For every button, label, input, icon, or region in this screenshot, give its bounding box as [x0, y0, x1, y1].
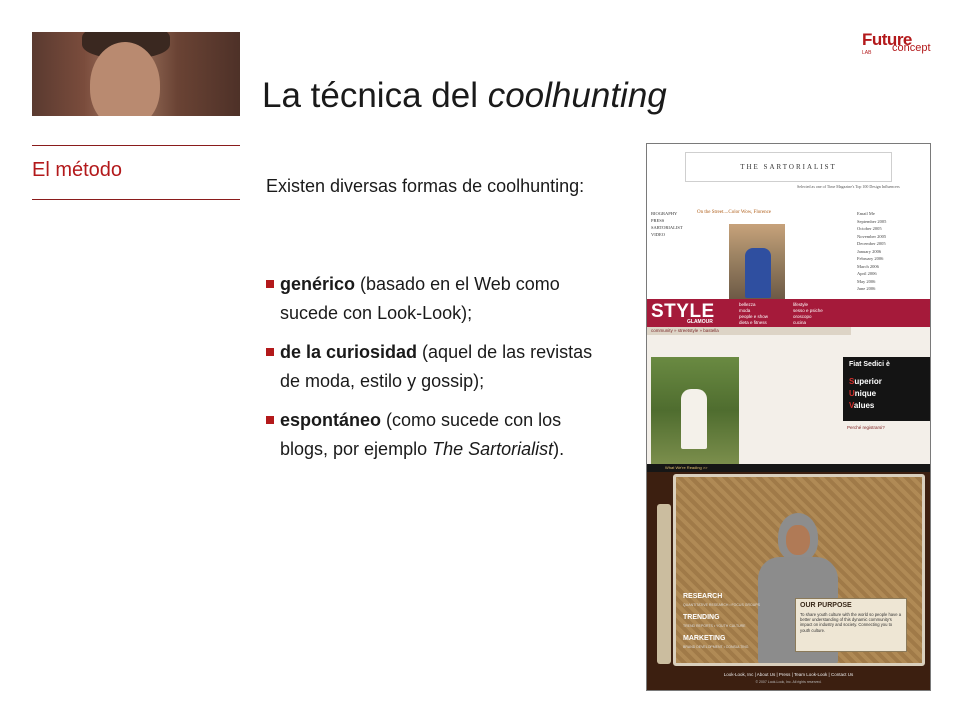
- sartorialist-nav-item: PRESS: [651, 218, 665, 223]
- bullet-item: genérico (basado en el Web como sucede c…: [266, 270, 611, 328]
- archive-item: January 2006: [857, 248, 882, 254]
- looklook-footer: Look-Look, Inc | About Us | Press | Team…: [723, 672, 854, 677]
- slide-title: La técnica del coolhunting: [262, 76, 667, 116]
- section-divider-bottom: [32, 199, 240, 200]
- intro-text: Existen diversas formas de coolhunting:: [266, 176, 585, 196]
- section-label: El método: [32, 159, 123, 181]
- sartorialist-nav: BIOGRAPHY PRESS SARTORIALIST VIDEO: [651, 210, 683, 238]
- style-photo: [651, 357, 739, 464]
- futureconcept-logo: Future concept LAB: [862, 30, 932, 56]
- archive-item: December 2005: [857, 241, 886, 246]
- sartorialist-tagline: Selected as one of Time Magazine's Top 1…: [797, 184, 900, 189]
- sartorialist-masthead: THE SARTORIALIST: [685, 152, 892, 182]
- logo-lab: LAB: [862, 50, 872, 56]
- sartorialist-archive: Email Me September 2005 October 2005 Nov…: [857, 210, 886, 293]
- bullet-term: espontáneo: [280, 410, 382, 430]
- bullet-square-icon: [266, 348, 274, 356]
- style-menu-1: bellezza moda people e show dieta e fitn…: [739, 302, 768, 326]
- bullet-square-icon: [266, 280, 274, 288]
- looklook-link: RESEARCH QUANTITATIVE RESEARCH • FOCUS GR…: [683, 593, 760, 607]
- archive-item: September 2005: [857, 218, 887, 224]
- fiat-ad-heading: Fiat Sedici è: [849, 361, 890, 368]
- bullet-italic: The Sartorialist: [432, 439, 554, 459]
- website-collage: THE SARTORIALIST Selected as one of Time…: [646, 143, 931, 691]
- sartorialist-nav-item: VIDEO: [651, 232, 665, 237]
- woman-in-white-dress: [681, 389, 707, 449]
- looklook-link: TRENDING TREND REPORTS • YOUTH CULTURE: [683, 614, 746, 628]
- style-glamour-screenshot: STYLE GLAMOUR bellezza moda people e sho…: [647, 299, 930, 464]
- sartorialist-photo: [729, 224, 785, 299]
- header-portrait-photo: [32, 32, 240, 116]
- style-header-bar: STYLE GLAMOUR bellezza moda people e sho…: [647, 299, 930, 327]
- our-purpose-box: OUR PURPOSE To share youth culture with …: [795, 598, 907, 652]
- man-in-blue-suit: [745, 248, 771, 298]
- archive-item: November 2005: [857, 233, 887, 239]
- logo-concept: concept: [892, 42, 931, 54]
- purpose-text: To share youth culture with the world so…: [800, 612, 902, 633]
- looklook-screenshot: What We're Reading >> RESEARCH QUANTITATI…: [647, 464, 930, 690]
- sartorialist-nav-item: SARTORIALIST: [651, 225, 683, 230]
- sartorialist-nav-item: BIOGRAPHY: [651, 211, 678, 216]
- style-menu-item: cucina: [793, 320, 807, 325]
- title-emphasis: coolhunting: [487, 76, 667, 115]
- archive-item: February 2006: [857, 256, 884, 261]
- archive-item: April 2006: [857, 271, 877, 276]
- sartorialist-screenshot: THE SARTORIALIST Selected as one of Time…: [647, 144, 930, 299]
- looklook-topbar: What We're Reading >>: [647, 464, 930, 472]
- bullet-item: espontáneo (como sucede con los blogs, p…: [266, 406, 611, 464]
- bullet-list: genérico (basado en el Web como sucede c…: [266, 270, 611, 474]
- archive-item: June 2006: [857, 286, 876, 291]
- bullet-tail: ).: [553, 439, 565, 459]
- looklook-links: RESEARCH QUANTITATIVE RESEARCH • FOCUS GR…: [683, 592, 760, 655]
- person-face: [786, 525, 810, 555]
- fiat-ad-word: Unique: [849, 389, 877, 398]
- purpose-heading: OUR PURPOSE: [800, 602, 852, 609]
- archive-item: May 2006: [857, 278, 876, 284]
- bullet-term: genérico: [280, 274, 356, 294]
- style-menu-2: lifestyle sesso e psiche oroscopo cucina: [793, 302, 823, 326]
- fiat-ad: Fiat Sedici è Superior Unique Values: [843, 357, 930, 421]
- looklook-link: MARKETING BRAND DEVELOPMENT • CONSULTING: [683, 635, 749, 649]
- glamour-label: GLAMOUR: [687, 319, 713, 325]
- section-divider-top: [32, 145, 240, 146]
- perche-registrarsi: Perché registrarsi?: [847, 425, 885, 430]
- looklook-copyright: © 2007 Look-Look, Inc. All rights reserv…: [755, 680, 822, 684]
- archive-item: October 2005: [857, 226, 882, 231]
- archive-item: Email Me: [857, 211, 875, 216]
- fiat-ad-word: Superior: [849, 377, 882, 386]
- bullet-item: de la curiosidad (aquel de las revistas …: [266, 338, 611, 396]
- style-breadcrumb: community » streetstyle » bastella: [647, 327, 851, 335]
- looklook-side-tabs: [657, 504, 671, 664]
- fiat-ad-word: Values: [849, 401, 875, 410]
- sartorialist-post-title: On the Street....Color Wow, Florence: [697, 210, 772, 215]
- style-menu-item: dieta e fitness: [739, 320, 767, 325]
- title-text: La técnica del: [262, 76, 488, 115]
- archive-item: March 2006: [857, 263, 879, 269]
- bullet-square-icon: [266, 416, 274, 424]
- bullet-term: de la curiosidad: [280, 342, 418, 362]
